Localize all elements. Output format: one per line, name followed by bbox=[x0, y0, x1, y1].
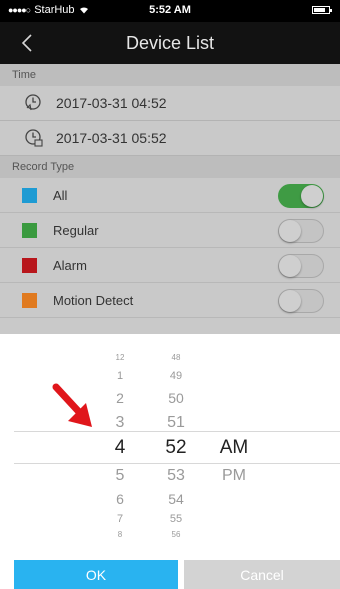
picker-selection-top bbox=[14, 431, 340, 432]
toggle-knob bbox=[279, 290, 301, 312]
picker-option[interactable]: 5 bbox=[90, 467, 150, 485]
picker-option[interactable]: PM bbox=[204, 467, 264, 485]
ok-button[interactable]: OK bbox=[14, 560, 178, 589]
toggle-knob bbox=[279, 255, 301, 277]
end-time-row[interactable]: 2017-03-31 05:52 bbox=[0, 121, 340, 156]
record-type-row: Alarm bbox=[0, 248, 340, 283]
record-type-toggle[interactable] bbox=[278, 289, 324, 313]
record-color-swatch bbox=[22, 187, 37, 203]
time-section-header: Time bbox=[0, 64, 340, 86]
record-type-header: Record Type bbox=[0, 156, 340, 178]
record-type-row: Motion Detect bbox=[0, 283, 340, 318]
picker-option[interactable]: 4 bbox=[90, 437, 150, 459]
picker-option[interactable]: 12 bbox=[90, 353, 150, 362]
record-type-toggle[interactable] bbox=[278, 219, 324, 243]
record-type-label: All bbox=[53, 187, 68, 203]
status-time: 5:52 AM bbox=[149, 4, 191, 16]
picker-selection-bottom bbox=[14, 463, 340, 464]
picker-option[interactable]: 54 bbox=[146, 491, 206, 507]
start-time-row[interactable]: 2017-03-31 04:52 bbox=[0, 86, 340, 121]
record-color-swatch bbox=[22, 292, 37, 308]
picker-option[interactable]: 7 bbox=[90, 513, 150, 525]
record-color-swatch bbox=[22, 257, 37, 273]
picker-option[interactable]: 1 bbox=[90, 370, 150, 382]
end-clock-icon bbox=[25, 129, 43, 147]
record-type-row: Regular bbox=[0, 213, 340, 248]
picker-option[interactable]: 48 bbox=[146, 353, 206, 362]
filter-panel: Time 2017-03-31 04:52 2017-03-31 05:52 R… bbox=[0, 64, 340, 334]
record-type-label: Motion Detect bbox=[53, 292, 134, 308]
picker-option[interactable]: AM bbox=[204, 437, 264, 459]
record-type-row: All bbox=[0, 178, 340, 213]
picker-option[interactable]: 3 bbox=[90, 414, 150, 432]
record-color-swatch bbox=[22, 222, 37, 238]
navigation-bar: Device List bbox=[0, 22, 340, 64]
red-arrow-icon bbox=[52, 383, 92, 427]
picker-option[interactable]: 2 bbox=[90, 390, 150, 406]
record-type-label: Alarm bbox=[53, 257, 87, 273]
start-time-value: 2017-03-31 04:52 bbox=[56, 95, 167, 111]
record-type-toggle[interactable] bbox=[278, 254, 324, 278]
end-time-value: 2017-03-31 05:52 bbox=[56, 130, 167, 146]
record-type-toggle[interactable] bbox=[278, 184, 324, 208]
picker-option[interactable]: 51 bbox=[146, 414, 206, 432]
record-type-list: All Regular Alarm Motion Detect bbox=[0, 178, 340, 318]
picker-option[interactable]: 6 bbox=[90, 491, 150, 507]
page-title: Device List bbox=[125, 33, 215, 53]
picker-option[interactable]: 8 bbox=[90, 530, 150, 539]
time-picker[interactable]: 12 1 2 3 4 5 6 7 8 48 49 50 51 52 53 54 55 56 AM PM bbox=[0, 334, 340, 549]
picker-option[interactable]: 50 bbox=[146, 390, 206, 406]
picker-option[interactable]: 56 bbox=[146, 530, 206, 539]
toggle-knob bbox=[279, 220, 301, 242]
battery-icon bbox=[312, 6, 332, 14]
picker-option[interactable]: 55 bbox=[146, 513, 206, 525]
picker-option[interactable]: 49 bbox=[146, 370, 206, 382]
toggle-knob bbox=[301, 185, 323, 207]
status-bar: ●●●●○ StarHub 5:52 AM bbox=[0, 0, 340, 22]
picker-option[interactable]: 53 bbox=[146, 467, 206, 485]
record-type-label: Regular bbox=[53, 222, 99, 238]
cancel-button[interactable]: Cancel bbox=[184, 560, 340, 589]
picker-option[interactable]: 52 bbox=[146, 437, 206, 459]
start-clock-icon bbox=[25, 94, 41, 111]
